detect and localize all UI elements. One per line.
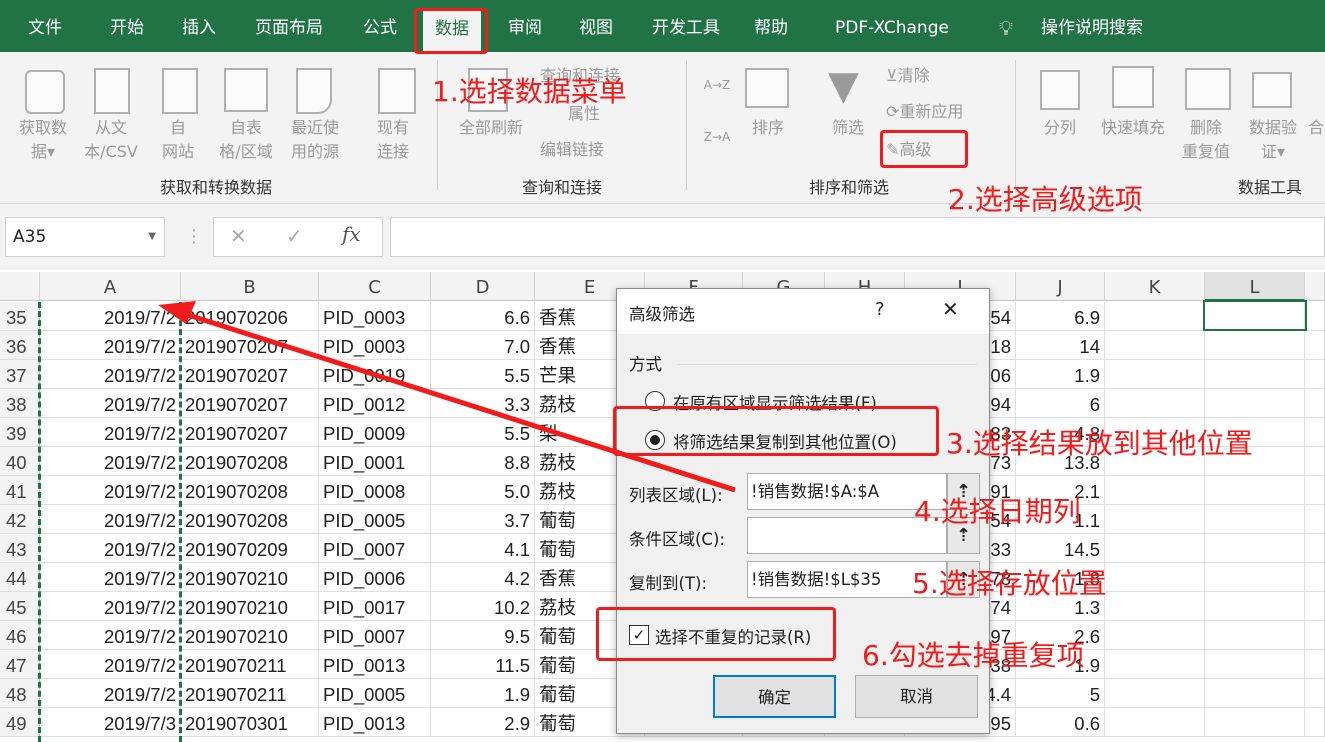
annotation-step-4: 4.选择日期列 [914,495,1081,528]
annotation-step-1: 1.选择数据菜单 [432,75,627,108]
annotation-step-6: 6.勾选去掉重复项 [862,639,1085,672]
annotation-arrow [158,301,736,493]
annotation-step-3: 3.选择结果放到其他位置 [946,427,1253,460]
annotation-step-2: 2.选择高级选项 [948,183,1143,216]
annotation-step-5: 5.选择存放位置 [912,567,1107,600]
